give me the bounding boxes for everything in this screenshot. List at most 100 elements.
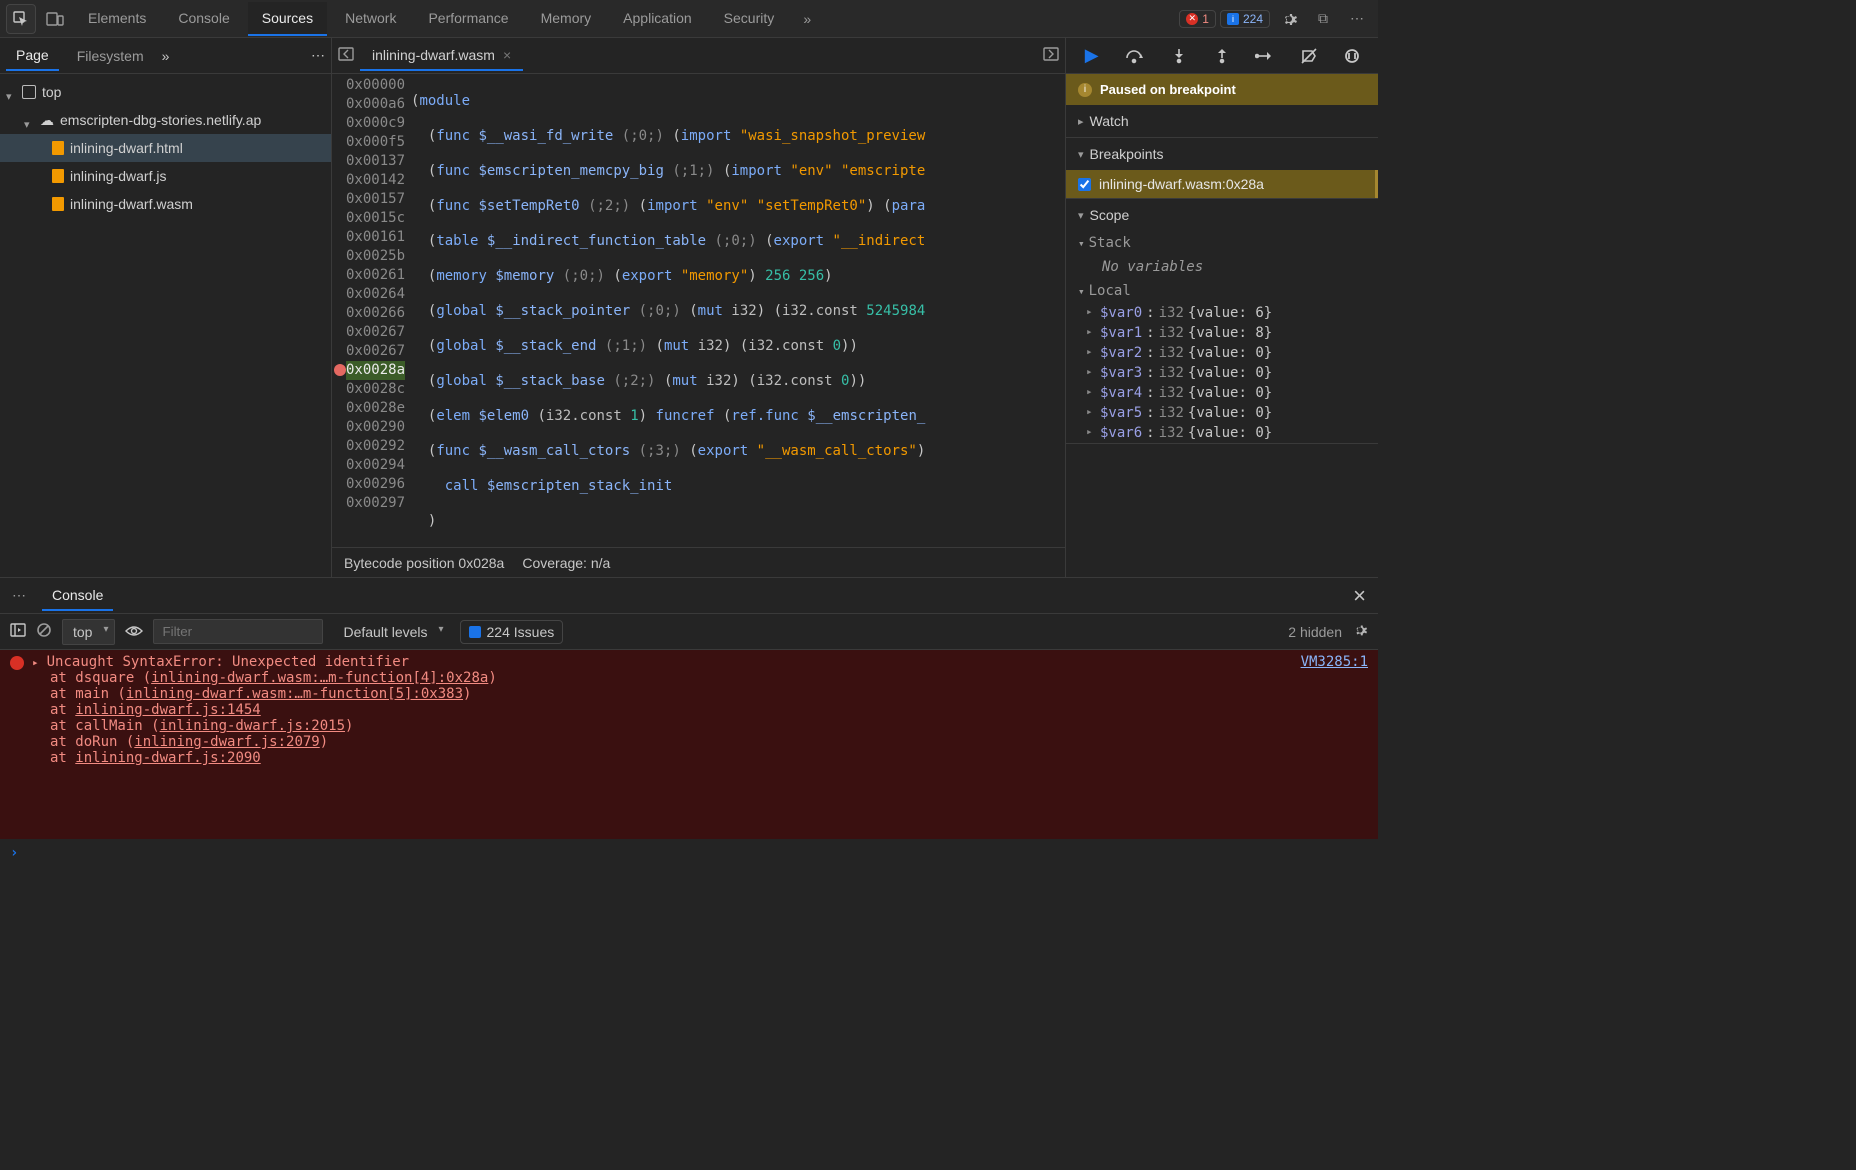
- subtab-filesystem[interactable]: Filesystem: [67, 42, 154, 70]
- stack-link[interactable]: inlining-dwarf.js:2090: [75, 750, 260, 766]
- breakpoint-item[interactable]: inlining-dwarf.wasm:0x28a: [1066, 170, 1378, 198]
- drawer-tab-console[interactable]: Console: [42, 581, 113, 611]
- scope-var[interactable]: $var5: i32 {value: 0}: [1066, 403, 1378, 423]
- stack-link[interactable]: inlining-dwarf.js:2079: [134, 734, 319, 750]
- tab-sources[interactable]: Sources: [248, 2, 327, 36]
- context-select[interactable]: top: [62, 619, 115, 645]
- gutter-addr[interactable]: 0x00296: [346, 475, 405, 494]
- console-settings-icon[interactable]: [1352, 622, 1368, 641]
- scope-var[interactable]: $var2: i32 {value: 0}: [1066, 343, 1378, 363]
- paused-text: Paused on breakpoint: [1100, 82, 1236, 97]
- stack-link[interactable]: inlining-dwarf.js:1454: [75, 702, 260, 718]
- errors-badge[interactable]: ✕1: [1179, 10, 1216, 28]
- gutter-addr[interactable]: 0x000f5: [346, 133, 405, 152]
- tab-memory[interactable]: Memory: [527, 2, 606, 36]
- inspect-element-icon[interactable]: [6, 4, 36, 34]
- breakpoint-checkbox[interactable]: [1078, 178, 1091, 191]
- gutter-addr[interactable]: 0x000c9: [346, 114, 405, 133]
- tab-elements[interactable]: Elements: [74, 2, 160, 36]
- tree-file-html[interactable]: inlining-dwarf.html: [0, 134, 331, 162]
- gutter-addr[interactable]: 0x0028c: [346, 380, 405, 399]
- subtab-page[interactable]: Page: [6, 41, 59, 71]
- issue-icon: [469, 626, 481, 638]
- clear-console-icon[interactable]: [36, 622, 52, 641]
- subtab-kebab-icon[interactable]: ⋯: [311, 47, 325, 64]
- scope-section[interactable]: Scope: [1066, 199, 1378, 231]
- step-out-button[interactable]: [1211, 45, 1233, 67]
- kebab-icon[interactable]: ⋯: [1342, 4, 1372, 34]
- expand-icon[interactable]: [32, 654, 39, 670]
- gutter-addr[interactable]: 0x00292: [346, 437, 405, 456]
- gutter-addr[interactable]: 0x0025b: [346, 247, 405, 266]
- step-over-button[interactable]: [1124, 45, 1146, 67]
- scope-var[interactable]: $var1: i32 {value: 8}: [1066, 323, 1378, 343]
- console-prompt[interactable]: ›: [0, 839, 1378, 867]
- tree-host[interactable]: ☁emscripten-dbg-stories.netlify.ap: [0, 106, 331, 134]
- gutter-addr[interactable]: 0x0028e: [346, 399, 405, 418]
- tab-console[interactable]: Console: [164, 2, 243, 36]
- show-navigator-icon[interactable]: [338, 46, 354, 65]
- settings-icon[interactable]: [1274, 4, 1304, 34]
- scope-var[interactable]: $var3: i32 {value: 0}: [1066, 363, 1378, 383]
- gutter-addr[interactable]: 0x00161: [346, 228, 405, 247]
- gutter-addr[interactable]: 0x00264: [346, 285, 405, 304]
- hidden-count[interactable]: 2 hidden: [1288, 624, 1342, 640]
- gutter-addr[interactable]: 0x00294: [346, 456, 405, 475]
- live-expression-icon[interactable]: [125, 624, 143, 640]
- drawer-close-icon[interactable]: ×: [1347, 583, 1372, 609]
- tree-file-wasm[interactable]: inlining-dwarf.wasm: [0, 190, 331, 218]
- console-issues-badge[interactable]: 224 Issues: [460, 620, 564, 644]
- tree-host-label: emscripten-dbg-stories.netlify.ap: [60, 112, 261, 128]
- tab-performance[interactable]: Performance: [414, 2, 522, 36]
- gutter-addr[interactable]: 0x00142: [346, 171, 405, 190]
- gutter-addr[interactable]: 0x000a6: [346, 95, 405, 114]
- console-sidebar-icon[interactable]: [10, 623, 26, 640]
- gutter-addr[interactable]: 0x00000: [346, 76, 405, 95]
- scope-local[interactable]: Local: [1066, 279, 1378, 303]
- gutter-addr[interactable]: 0x0015c: [346, 209, 405, 228]
- watch-section[interactable]: Watch: [1066, 105, 1378, 137]
- dock-icon[interactable]: ⧉: [1308, 4, 1338, 34]
- code-editor[interactable]: 0x00000 0x000a6 0x000c9 0x000f5 0x00137 …: [332, 74, 1065, 547]
- gutter-addr[interactable]: 0x00267: [346, 323, 405, 342]
- issues-badge[interactable]: i224: [1220, 10, 1270, 28]
- drawer-kebab-icon[interactable]: ⋯: [6, 587, 32, 604]
- scope-var[interactable]: $var6: i32 {value: 0}: [1066, 423, 1378, 443]
- tree-file-js[interactable]: inlining-dwarf.js: [0, 162, 331, 190]
- device-toolbar-icon[interactable]: [40, 4, 70, 34]
- scope-var[interactable]: $var4: i32 {value: 0}: [1066, 383, 1378, 403]
- gutter-addr[interactable]: 0x00266: [346, 304, 405, 323]
- scope-var[interactable]: $var0: i32 {value: 6}: [1066, 303, 1378, 323]
- file-tab-wasm[interactable]: inlining-dwarf.wasm ×: [360, 41, 523, 71]
- scope-stack[interactable]: Stack: [1066, 231, 1378, 255]
- gutter-addr[interactable]: 0x00290: [346, 418, 405, 437]
- pause-exceptions-button[interactable]: [1341, 45, 1363, 67]
- vm-link[interactable]: VM3285:1: [1301, 654, 1368, 670]
- gutter-addr[interactable]: 0x00137: [346, 152, 405, 171]
- breakpoints-section[interactable]: Breakpoints: [1066, 138, 1378, 170]
- step-into-button[interactable]: [1168, 45, 1190, 67]
- deactivate-breakpoints-button[interactable]: [1298, 45, 1320, 67]
- stack-link[interactable]: inlining-dwarf.js:2015: [160, 718, 345, 734]
- show-debugger-icon[interactable]: [1043, 46, 1059, 65]
- stack-link[interactable]: inlining-dwarf.wasm:…m-function[5]:0x383: [126, 686, 463, 702]
- resume-button[interactable]: ▶: [1081, 45, 1103, 67]
- more-subtabs-icon[interactable]: »: [162, 48, 170, 64]
- gutter-addr[interactable]: 0x00297: [346, 494, 405, 513]
- tab-network[interactable]: Network: [331, 2, 410, 36]
- stack-link[interactable]: inlining-dwarf.wasm:…m-function[4]:0x28a: [151, 670, 488, 686]
- console-filter-input[interactable]: [153, 619, 323, 644]
- gutter-addr[interactable]: 0x00261: [346, 266, 405, 285]
- paused-banner: i Paused on breakpoint: [1066, 74, 1378, 105]
- gutter-addr[interactable]: 0x00267: [346, 342, 405, 361]
- step-button[interactable]: [1254, 45, 1276, 67]
- console-output[interactable]: VM3285:1 Uncaught SyntaxError: Unexpecte…: [0, 650, 1378, 839]
- close-tab-icon[interactable]: ×: [503, 47, 511, 63]
- more-tabs-icon[interactable]: »: [792, 4, 822, 34]
- tab-security[interactable]: Security: [710, 2, 789, 36]
- gutter-addr[interactable]: 0x00157: [346, 190, 405, 209]
- tab-application[interactable]: Application: [609, 2, 706, 36]
- tree-top[interactable]: top: [0, 78, 331, 106]
- log-levels-select[interactable]: Default levels: [333, 620, 449, 644]
- gutter-addr-breakpoint[interactable]: 0x0028a: [346, 361, 405, 380]
